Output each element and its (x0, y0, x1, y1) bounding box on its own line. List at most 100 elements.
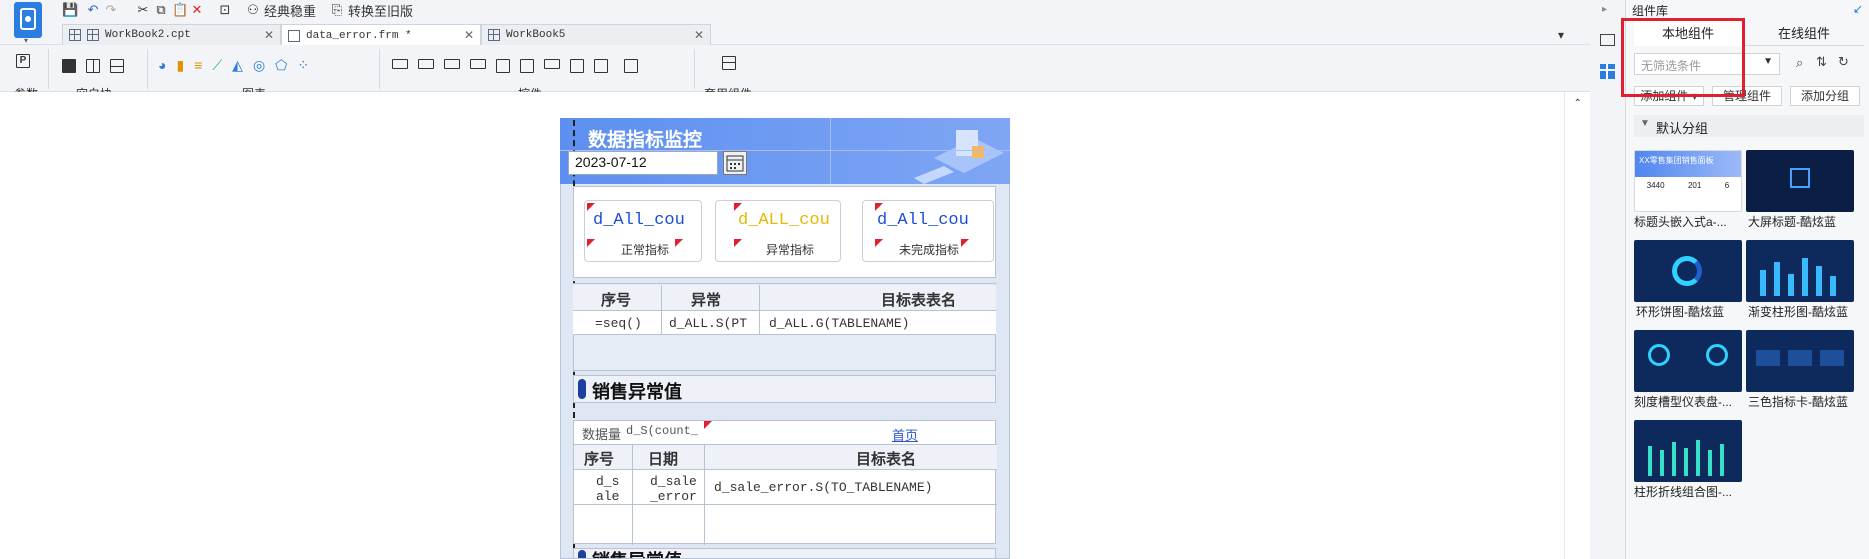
tab-online[interactable]: 在线组件 (1750, 22, 1858, 46)
theme-icon[interactable]: ⚇ (246, 3, 260, 17)
widget-group: 控件 ⌄ (392, 45, 692, 101)
tab-data-error[interactable]: data_error.frm * ✕ (281, 24, 481, 46)
meta-label: 数据量 (582, 427, 622, 442)
template-icon[interactable] (722, 56, 736, 70)
chevron-down-icon: ▼ (1763, 56, 1773, 67)
convert-old-version-button[interactable]: 转换至旧版 (348, 1, 413, 20)
scatter-chart-icon[interactable]: ⁘ (297, 57, 309, 74)
calendar-widget-icon[interactable] (520, 59, 534, 73)
paste-icon[interactable]: 📋 (172, 3, 188, 17)
header-cell: 序号 (601, 292, 632, 309)
copy-icon[interactable]: ⧉ (154, 3, 168, 17)
close-icon[interactable]: ✕ (694, 28, 704, 42)
bar-chart-icon[interactable]: ▮ (176, 57, 184, 74)
convert-icon[interactable]: ⎘ (330, 3, 344, 17)
tab-label: data_error.frm * (306, 29, 412, 42)
preview-icon[interactable]: ⊡ (218, 3, 232, 17)
thumbnail-number: 201 (1687, 181, 1702, 190)
chevron-right-icon[interactable]: ▸ (1602, 4, 1607, 15)
indicator-card (1756, 350, 1780, 366)
chevron-up-icon[interactable]: ⌃ (1574, 98, 1582, 109)
table-row[interactable]: =seq() d_ALL.S(PT d_ALL.G(TABLENAME) (573, 285, 996, 335)
calendar-icon[interactable] (723, 151, 747, 175)
home-link[interactable]: 首页 (892, 425, 918, 444)
cut-icon[interactable]: ✂ (136, 3, 150, 17)
tree-widget-icon[interactable] (594, 59, 608, 73)
gauge-chart-icon[interactable]: ◎ (253, 57, 265, 74)
component-thumbnail[interactable] (1634, 420, 1742, 482)
sales-error-table[interactable]: 数据量 d_S(count_ 首页 序号 日期 目标表名 d_sale d_sa… (573, 420, 997, 545)
cell: d_sale (596, 474, 620, 504)
close-icon[interactable]: ✕ (464, 28, 474, 42)
component-thumbnail[interactable] (1746, 150, 1854, 212)
sort-icon[interactable]: ⇅ (1816, 54, 1827, 70)
hbar-chart-icon[interactable]: ≡ (194, 57, 202, 74)
refresh-icon[interactable]: ↻ (1838, 54, 1849, 70)
date-widget-icon[interactable] (496, 59, 510, 73)
line-chart-icon[interactable]: ⟋ (212, 57, 222, 74)
search-widget-icon[interactable] (624, 59, 638, 73)
section-title: 销售异常值 (592, 549, 682, 558)
kpi-card[interactable]: d_ALL_cou 异常指标 (715, 200, 841, 262)
chevron-down-icon[interactable]: ▾ (24, 36, 28, 45)
component-thumbnail[interactable]: XX零售集团销售面板 3440 201 6 (1634, 150, 1742, 212)
search-icon[interactable]: ⌕ (1796, 55, 1803, 71)
app-menu-button[interactable] (14, 2, 42, 38)
gauge-icon (1648, 344, 1670, 366)
combo-widget-icon[interactable] (470, 59, 486, 69)
highlight-box (1621, 18, 1745, 97)
section-header[interactable]: 销售异常值 (573, 375, 996, 403)
pie-chart-icon[interactable]: ◕ (158, 57, 166, 74)
component-thumbnail[interactable] (1634, 240, 1742, 302)
split-layout-icon[interactable] (86, 59, 100, 73)
component-caption: 标题头嵌入式a-... (1634, 215, 1727, 229)
blank-group: 空白块 (62, 45, 152, 101)
gauge-icon (1706, 344, 1728, 366)
text-widget-icon[interactable] (444, 59, 460, 69)
tab-workbook5[interactable]: WorkBook5 ✕ (481, 24, 711, 45)
delete-icon[interactable]: ✕ (190, 3, 204, 17)
number-widget-icon[interactable] (544, 59, 560, 69)
component-caption: 大屏标题-酷炫蓝 (1748, 215, 1836, 229)
tab-list-icon[interactable]: ▾ (1558, 28, 1564, 42)
component-thumbnail[interactable] (1746, 330, 1854, 392)
form-title: 数据指标监控 (588, 130, 703, 151)
component-library-icon[interactable] (1600, 64, 1615, 79)
kpi-card[interactable]: d_All_cou 未完成指标 (862, 200, 994, 262)
add-group-button[interactable]: 添加分组 (1790, 86, 1860, 106)
param-icon[interactable]: P (16, 54, 30, 68)
redo-icon[interactable]: ↷ (104, 3, 118, 17)
vertical-scrollbar[interactable]: ⌃ (1564, 92, 1590, 559)
table-row[interactable]: d_sale d_sale_error d_sale_error.S(TO_TA… (574, 471, 997, 505)
date-input[interactable]: 2023-07-12 (568, 151, 718, 175)
document-tabs: WorkBook2.cpt ✕ data_error.frm * ✕ WorkB… (62, 22, 1590, 46)
section-header[interactable]: 销售异常值 (573, 548, 996, 559)
label-widget-icon[interactable] (418, 59, 434, 69)
tab-label: WorkBook2.cpt (105, 29, 191, 41)
absolute-layout-icon[interactable] (62, 59, 76, 73)
component-caption: 渐变柱形图-酷炫蓝 (1748, 305, 1848, 319)
form-icon (288, 29, 300, 42)
kpi-label: 正常指标 (621, 243, 670, 257)
list-widget-icon[interactable] (570, 59, 584, 73)
pin-icon[interactable]: ↙ (1853, 2, 1863, 16)
component-thumbnail[interactable] (1746, 240, 1854, 302)
grid-layout-icon[interactable] (110, 59, 124, 73)
classic-theme-button[interactable]: 经典稳重 (264, 1, 316, 20)
widget-settings-icon[interactable] (1600, 34, 1615, 46)
component-caption: 三色指标卡-酷炫蓝 (1748, 395, 1848, 409)
tab-workbook2[interactable]: WorkBook2.cpt ✕ (62, 24, 281, 45)
undo-icon[interactable]: ↶ (86, 3, 100, 17)
area-chart-icon[interactable]: ◭ (232, 57, 243, 74)
button-widget-icon[interactable] (392, 59, 408, 69)
kpi-card[interactable]: d_All_cou 正常指标 (584, 200, 702, 262)
component-thumbnail[interactable] (1634, 330, 1742, 392)
group-header[interactable]: ▼ 默认分组 (1634, 115, 1864, 137)
chart-group: ◕ ▮ ≡ ⟋ ◭ ◎ ⬠ ⁘ 图表 ⌄ (158, 45, 378, 101)
tab-label: WorkBook5 (506, 29, 566, 41)
radar-chart-icon[interactable]: ⬠ (275, 57, 287, 74)
close-icon[interactable]: ✕ (264, 28, 274, 42)
section-marker (578, 379, 586, 399)
save-icon[interactable]: 💾 (62, 3, 78, 17)
tablet-icon (20, 8, 36, 30)
